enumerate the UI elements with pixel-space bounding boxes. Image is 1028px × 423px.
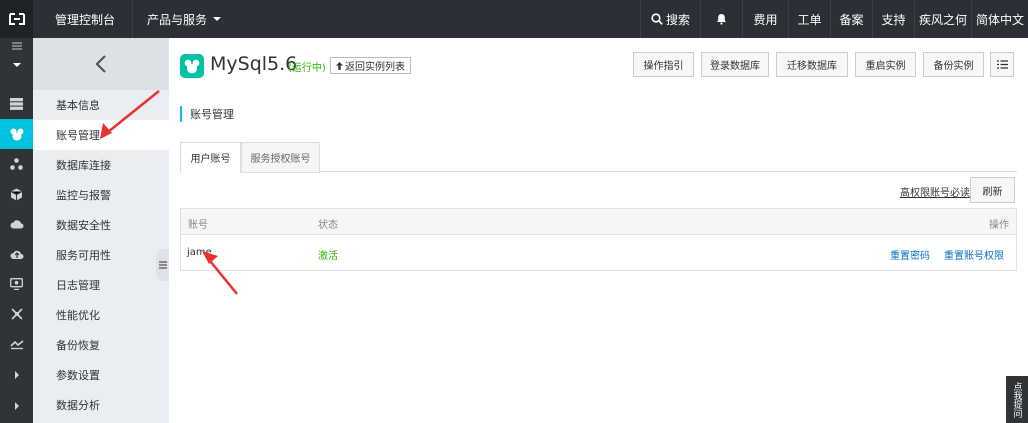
transfer-icon[interactable] (0, 329, 33, 359)
reset-password-link[interactable]: 重置密码 (890, 247, 930, 262)
sidebar-item-performance[interactable]: 性能优化 (33, 300, 169, 330)
search-label: 搜索 (665, 12, 690, 27)
sidebar-collapse-handle[interactable] (156, 249, 170, 281)
sidebar-item-data-security[interactable]: 数据安全性 (33, 210, 169, 240)
tab-user-account[interactable]: 用户账号 (180, 142, 241, 173)
sidebar-item-availability[interactable]: 服务可用性 (33, 240, 169, 270)
tickets-link[interactable]: 工单 (788, 0, 830, 38)
server-icon[interactable] (0, 89, 33, 119)
back-button[interactable] (33, 38, 169, 90)
sidebar-item-label: 数据库连接 (56, 159, 111, 172)
sidebar-item-basic-info[interactable]: 基本信息 (33, 90, 169, 120)
console-link[interactable]: 管理控制台 (33, 0, 133, 38)
main-content: MySql5.6 (运行中) 返回实例列表 操作指引 登录数据库 迁移数据库 重… (169, 38, 1028, 423)
refresh-button[interactable]: 刷新 (970, 177, 1015, 203)
sidebar-item-data-analysis[interactable]: 数据分析 (33, 390, 169, 420)
sidebar-item-label: 监控与报警 (56, 189, 111, 202)
sidebar-item-label: 账号管理 (56, 129, 100, 142)
instance-sidebar: 基本信息 账号管理 数据库连接 监控与报警 数据安全性 服务可用性 日志管理 性… (33, 38, 169, 423)
sidebar-item-label: 数据分析 (56, 399, 100, 412)
sidebar-item-backup-restore[interactable]: 备份恢复 (33, 330, 169, 360)
status-badge: (运行中) (288, 63, 326, 74)
migrate-db-button[interactable]: 迁移数据库 (776, 52, 848, 77)
search-icon (651, 13, 663, 25)
sidebar-item-logs[interactable]: 日志管理 (33, 270, 169, 300)
monitor-icon[interactable] (0, 269, 33, 299)
back-to-list-label: 返回实例列表 (345, 62, 405, 73)
restart-instance-button[interactable]: 重启实例 (855, 52, 916, 77)
sidebar-item-parameters[interactable]: 参数设置 (33, 360, 169, 390)
top-bar: 管理控制台 产品与服务 搜索 费用 工单 备案 支持 疾风之何 简体中文 (0, 0, 1028, 38)
accounts-table: 账号 状态 操作 jame 激活 重置密码 重置账号权限 (180, 208, 1017, 271)
sidebar-item-account-management[interactable]: 账号管理 (33, 120, 169, 150)
caret-down-icon[interactable] (0, 56, 33, 74)
network-icon[interactable] (0, 299, 33, 329)
sidebar-item-label: 数据安全性 (56, 219, 111, 232)
sidebar-item-db-connection[interactable]: 数据库连接 (33, 150, 169, 180)
login-db-button[interactable]: 登录数据库 (701, 52, 769, 77)
menu-icon[interactable] (0, 38, 33, 54)
sidebar-item-label: 性能优化 (56, 309, 100, 322)
column-header-account: 账号 (188, 220, 208, 231)
account-status: 激活 (318, 251, 338, 262)
instance-title: MySql5.6 (210, 53, 298, 75)
sidebar-item-label: 日志管理 (56, 279, 100, 292)
sidebar-item-label: 参数设置 (56, 369, 100, 382)
notification-button[interactable] (700, 0, 742, 38)
expand-chevron-icon[interactable] (0, 360, 33, 390)
search-button[interactable]: 搜索 (640, 0, 700, 38)
column-header-status: 状态 (318, 220, 338, 231)
sidebar-item-label: 服务可用性 (56, 249, 111, 262)
sidebar-item-label: 备份恢复 (56, 339, 100, 352)
sidebar-item-monitoring[interactable]: 监控与报警 (33, 180, 169, 210)
chevron-left-icon (95, 55, 106, 73)
table-row: jame 激活 重置密码 重置账号权限 (181, 235, 1016, 270)
bell-icon (717, 14, 726, 25)
rds-icon[interactable] (0, 119, 33, 149)
caret-down-icon (213, 17, 222, 21)
menu-icon (159, 261, 167, 269)
fees-link[interactable]: 费用 (742, 0, 788, 38)
cloud-icon[interactable] (0, 209, 33, 239)
cube-icon[interactable] (0, 179, 33, 209)
cloud-upload-icon[interactable] (0, 239, 33, 269)
backup-instance-button[interactable]: 备份实例 (923, 52, 984, 77)
back-to-list-button[interactable]: 返回实例列表 (330, 57, 411, 74)
more-actions-button[interactable] (990, 52, 1014, 77)
account-name: jame (187, 247, 212, 258)
account-tabs: 用户账号 服务授权账号 (180, 142, 1017, 173)
expand-chevron-icon[interactable] (0, 391, 33, 421)
guide-button[interactable]: 操作指引 (633, 52, 694, 77)
ask-question-tab[interactable]: 点我提问 (1006, 376, 1028, 423)
language-switch[interactable]: 简体中文 (971, 0, 1028, 38)
support-link[interactable]: 支持 (872, 0, 914, 38)
record-link[interactable]: 备案 (830, 0, 872, 38)
products-label: 产品与服务 (147, 12, 208, 27)
high-privilege-account-link[interactable]: 高权限账号必读 (900, 184, 970, 199)
list-icon (996, 60, 1008, 69)
sidebar-item-label: 基本信息 (56, 99, 100, 112)
table-header: 账号 状态 操作 (181, 209, 1016, 235)
aliyun-logo-icon[interactable] (0, 0, 33, 38)
tab-service-account[interactable]: 服务授权账号 (241, 142, 320, 173)
user-menu[interactable]: 疾风之何 (914, 0, 971, 38)
section-title: 账号管理 (180, 106, 234, 122)
arrow-up-icon (336, 61, 343, 70)
column-header-action: 操作 (989, 220, 1009, 231)
icon-rail (0, 38, 33, 423)
cluster-icon[interactable] (0, 149, 33, 179)
mysql-instance-icon (180, 54, 204, 78)
reset-permissions-link[interactable]: 重置账号权限 (944, 247, 1004, 262)
products-menu[interactable]: 产品与服务 (133, 0, 236, 38)
